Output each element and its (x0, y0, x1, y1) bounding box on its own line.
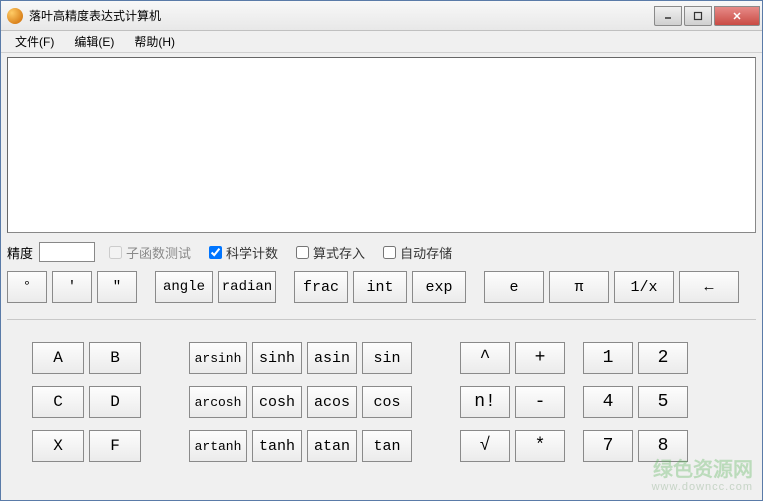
btn-1[interactable]: 1 (583, 342, 633, 374)
keypad-row-4: X F artanh tanh atan tan √ * 7 8 (7, 430, 756, 462)
btn-factorial[interactable]: n! (460, 386, 510, 418)
btn-atan[interactable]: atan (307, 430, 357, 462)
titlebar: 落叶高精度表达式计算机 (1, 1, 762, 31)
btn-sinh[interactable]: sinh (252, 342, 302, 374)
btn-exp[interactable]: exp (412, 271, 466, 303)
btn-degree[interactable]: ° (7, 271, 47, 303)
checkbox-auto-save-input[interactable] (383, 246, 396, 259)
maximize-button[interactable] (684, 6, 712, 26)
btn-int[interactable]: int (353, 271, 407, 303)
btn-angle[interactable]: angle (155, 271, 213, 303)
options-row: 精度 子函数测试 科学计数 算式存入 自动存储 (7, 239, 756, 265)
checkbox-sci-notation-label: 科学计数 (226, 243, 278, 262)
btn-acos[interactable]: acos (307, 386, 357, 418)
btn-frac[interactable]: frac (294, 271, 348, 303)
app-window: 落叶高精度表达式计算机 文件(F) 编辑(E) 帮助(H) 精度 子函数测试 (0, 0, 763, 501)
btn-8[interactable]: 8 (638, 430, 688, 462)
close-button[interactable] (714, 6, 760, 26)
app-icon (7, 8, 23, 24)
checkbox-auto-save[interactable]: 自动存储 (383, 243, 452, 262)
btn-2[interactable]: 2 (638, 342, 688, 374)
btn-multiply[interactable]: * (515, 430, 565, 462)
divider (7, 319, 756, 320)
btn-arcosh[interactable]: arcosh (189, 386, 247, 418)
checkbox-auto-save-label: 自动存储 (400, 243, 452, 262)
menubar: 文件(F) 编辑(E) 帮助(H) (1, 31, 762, 53)
btn-cos[interactable]: cos (362, 386, 412, 418)
checkbox-subfunc-test-input (109, 246, 122, 259)
precision-input[interactable] (39, 242, 95, 262)
btn-5[interactable]: 5 (638, 386, 688, 418)
keypad-row-2: A B arsinh sinh asin sin ^ + 1 2 (7, 342, 756, 374)
btn-minute[interactable]: ′ (52, 271, 92, 303)
precision-label: 精度 (7, 243, 33, 262)
btn-hex-d[interactable]: D (89, 386, 141, 418)
btn-radian[interactable]: radian (218, 271, 276, 303)
btn-asin[interactable]: asin (307, 342, 357, 374)
btn-artanh[interactable]: artanh (189, 430, 247, 462)
btn-second[interactable]: ″ (97, 271, 137, 303)
btn-cosh[interactable]: cosh (252, 386, 302, 418)
menu-file[interactable]: 文件(F) (5, 31, 64, 52)
checkbox-subfunc-test: 子函数测试 (109, 243, 191, 262)
checkbox-save-expr-input[interactable] (296, 246, 309, 259)
btn-reciprocal[interactable]: 1/x (614, 271, 674, 303)
btn-minus[interactable]: - (515, 386, 565, 418)
btn-7[interactable]: 7 (583, 430, 633, 462)
menu-help[interactable]: 帮助(H) (124, 31, 185, 52)
window-controls (652, 6, 760, 26)
checkbox-sci-notation-input[interactable] (209, 246, 222, 259)
btn-backspace[interactable]: ← (679, 271, 739, 303)
content-area: 精度 子函数测试 科学计数 算式存入 自动存储 ° ′ (1, 53, 762, 500)
minimize-button[interactable] (654, 6, 682, 26)
btn-hex-x[interactable]: X (32, 430, 84, 462)
checkbox-sci-notation[interactable]: 科学计数 (209, 243, 278, 262)
btn-pi[interactable]: π (549, 271, 609, 303)
btn-power[interactable]: ^ (460, 342, 510, 374)
btn-sqrt[interactable]: √ (460, 430, 510, 462)
btn-hex-b[interactable]: B (89, 342, 141, 374)
btn-4[interactable]: 4 (583, 386, 633, 418)
btn-tanh[interactable]: tanh (252, 430, 302, 462)
btn-hex-a[interactable]: A (32, 342, 84, 374)
checkbox-save-expr-label: 算式存入 (313, 243, 365, 262)
keypad-row-3: C D arcosh cosh acos cos n! - 4 5 (7, 386, 756, 418)
checkbox-subfunc-test-label: 子函数测试 (126, 243, 191, 262)
window-title: 落叶高精度表达式计算机 (29, 7, 652, 24)
keypad: ° ′ ″ angle radian frac int exp e π 1/x … (7, 271, 756, 462)
keypad-row-1: ° ′ ″ angle radian frac int exp e π 1/x … (7, 271, 756, 303)
menu-edit[interactable]: 编辑(E) (64, 31, 124, 52)
btn-arsinh[interactable]: arsinh (189, 342, 247, 374)
btn-hex-c[interactable]: C (32, 386, 84, 418)
checkbox-save-expr[interactable]: 算式存入 (296, 243, 365, 262)
btn-e[interactable]: e (484, 271, 544, 303)
btn-plus[interactable]: + (515, 342, 565, 374)
btn-tan[interactable]: tan (362, 430, 412, 462)
btn-sin[interactable]: sin (362, 342, 412, 374)
btn-hex-f[interactable]: F (89, 430, 141, 462)
expression-display[interactable] (7, 57, 756, 233)
